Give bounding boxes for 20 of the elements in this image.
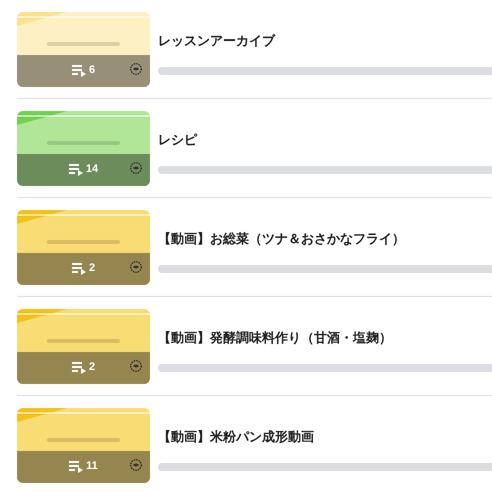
emblem-icon xyxy=(130,62,142,74)
playlist-title[interactable]: 【動画】お総菜（ツナ＆おさかなフライ） xyxy=(158,229,492,249)
emblem-icon xyxy=(130,162,142,174)
video-count: 2 xyxy=(88,263,96,274)
video-count: 14 xyxy=(86,164,98,175)
playlist-title[interactable]: 【動画】米粉パン成形動画 xyxy=(158,427,492,447)
video-count: 6 xyxy=(88,65,96,76)
playlist-icon xyxy=(72,362,86,374)
playlist-icon xyxy=(72,64,86,76)
playlist-icon xyxy=(69,460,84,472)
playlist-title[interactable]: レッスンアーカイブ xyxy=(158,31,492,51)
video-count: 11 xyxy=(86,461,98,472)
emblem-icon xyxy=(130,458,142,470)
playlist-icon xyxy=(72,262,86,274)
emblem-icon xyxy=(130,260,142,272)
playlist-title[interactable]: 【動画】発酵調味料作り（甘酒・塩麹） xyxy=(158,328,492,348)
emblem-icon xyxy=(130,360,142,372)
playlist-icon xyxy=(68,164,83,176)
video-count: 2 xyxy=(88,362,96,373)
playlist-title[interactable]: レシピ xyxy=(158,130,492,150)
